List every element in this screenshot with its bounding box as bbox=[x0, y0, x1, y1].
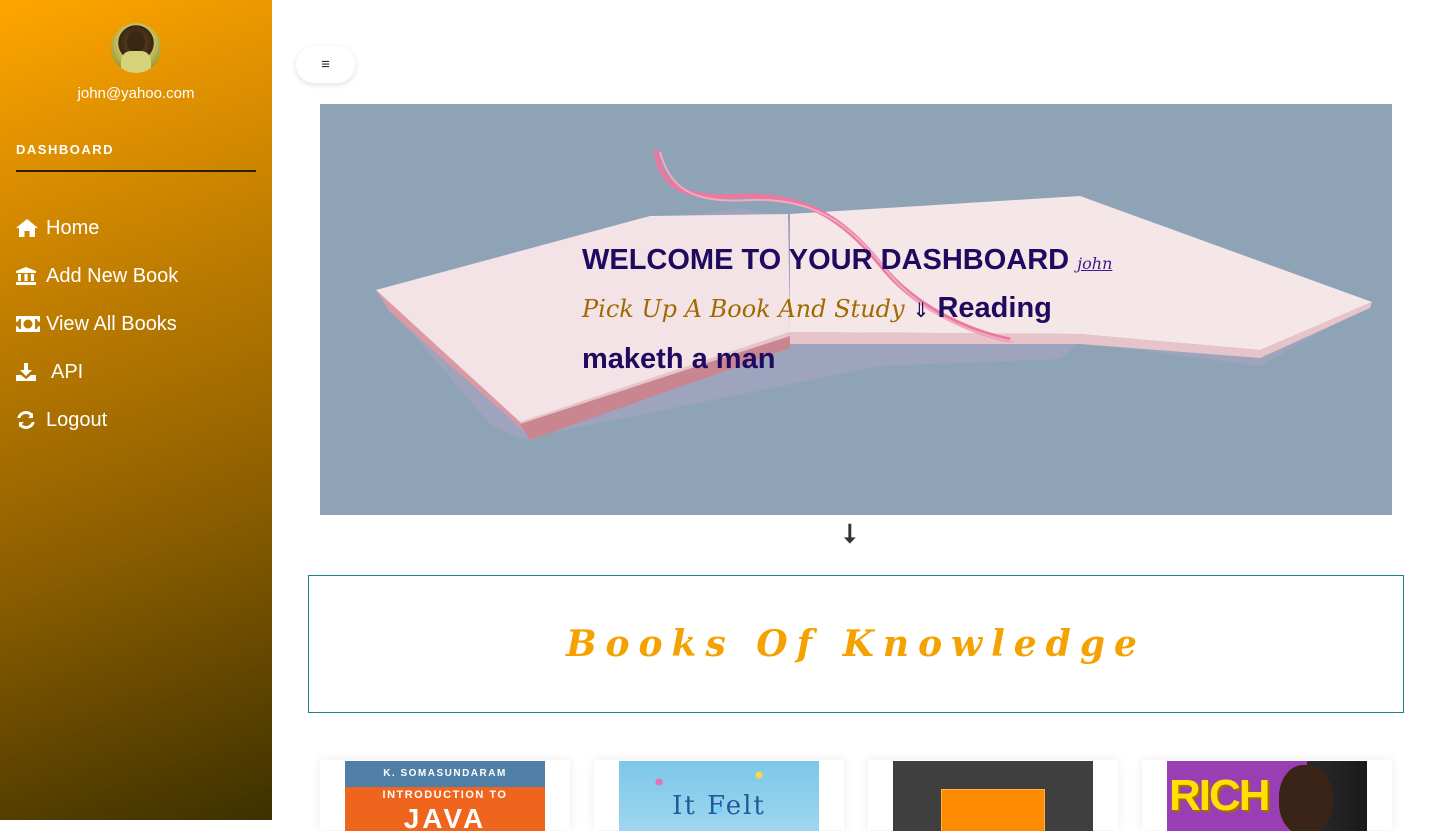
section-title: Books Of Knowledge bbox=[566, 623, 1146, 665]
home-icon bbox=[16, 218, 41, 238]
hero-banner: WELCOME TO YOUR DASHBOARD john Pick Up A… bbox=[320, 104, 1392, 515]
avatar-body bbox=[121, 51, 151, 73]
book-cover-image[interactable] bbox=[893, 761, 1093, 831]
scroll-down-arrow-icon[interactable]: ⭣ bbox=[844, 518, 856, 550]
hero-tagline-line: Pick Up A Book And Study ⇓ Reading maket… bbox=[582, 284, 1142, 383]
hero-text-block: WELCOME TO YOUR DASHBOARD john Pick Up A… bbox=[582, 240, 1142, 383]
avatar[interactable] bbox=[111, 23, 161, 73]
sidebar-item-label: Logout bbox=[46, 408, 108, 431]
main-content: ≡ WELCOME TO YOUR DASHBOARD john Pick Up… bbox=[272, 0, 1439, 831]
book-cover-image[interactable]: K. SOMASUNDARAM INTRODUCTION TO JAVA bbox=[345, 761, 545, 831]
book-cards: K. SOMASUNDARAM INTRODUCTION TO JAVA It … bbox=[320, 760, 1392, 831]
book-title-line1: INTRODUCTION TO bbox=[382, 789, 508, 801]
book-cover-image[interactable]: It Felt bbox=[619, 761, 819, 831]
sidebar-item-label: View All Books bbox=[46, 312, 177, 335]
book-author: K. SOMASUNDARAM bbox=[345, 761, 545, 787]
sidebar-item-view-all-books[interactable]: View All Books bbox=[16, 300, 178, 348]
book-title-line2: JAVA bbox=[403, 803, 487, 831]
money-icon bbox=[16, 314, 41, 334]
hamburger-icon: ≡ bbox=[321, 56, 330, 73]
bank-icon bbox=[16, 266, 41, 286]
user-email: john@yahoo.com bbox=[77, 85, 195, 102]
sidebar-item-home[interactable]: Home bbox=[16, 204, 178, 252]
sidebar: john@yahoo.com DASHBOARD Home Add New Bo… bbox=[0, 0, 272, 820]
knowledge-section: Books Of Knowledge bbox=[308, 575, 1404, 713]
sidebar-divider bbox=[16, 170, 256, 172]
refresh-icon bbox=[16, 410, 41, 430]
author-portrait bbox=[1279, 765, 1333, 831]
book-title: RICH bbox=[1169, 771, 1271, 820]
username-link[interactable]: john bbox=[1077, 254, 1112, 273]
download-icon bbox=[16, 362, 41, 382]
sidebar-item-label: API bbox=[51, 360, 84, 383]
sidebar-nav: Home Add New Book View All Books API Log… bbox=[16, 204, 178, 444]
welcome-text: WELCOME TO YOUR DASHBOARD bbox=[582, 244, 1070, 276]
sidebar-item-add-new-book[interactable]: Add New Book bbox=[16, 252, 178, 300]
tagline-text: Pick Up A Book And Study bbox=[582, 295, 905, 323]
down-arrow-icon: ⇓ bbox=[912, 300, 930, 322]
sidebar-item-api[interactable]: API bbox=[16, 348, 178, 396]
sidebar-toggle-button[interactable]: ≡ bbox=[296, 46, 355, 83]
book-cover-image[interactable]: RICH bbox=[1167, 761, 1367, 831]
book-cover-inner bbox=[941, 789, 1045, 831]
sidebar-section-label: DASHBOARD bbox=[16, 142, 114, 157]
book-title: It Felt bbox=[672, 791, 766, 821]
welcome-heading: WELCOME TO YOUR DASHBOARD john bbox=[582, 240, 1142, 284]
sidebar-item-logout[interactable]: Logout bbox=[16, 396, 178, 444]
avatar-face bbox=[127, 31, 145, 53]
sidebar-item-label: Home bbox=[46, 216, 100, 239]
sidebar-item-label: Add New Book bbox=[46, 264, 179, 287]
